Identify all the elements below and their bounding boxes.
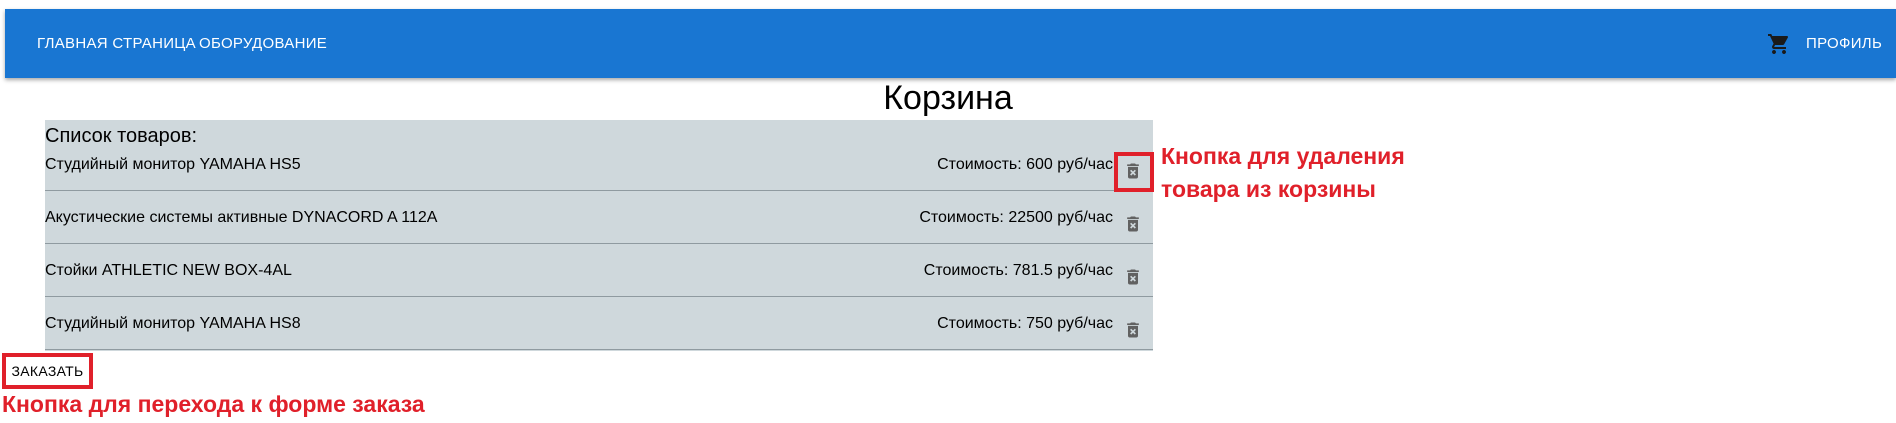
list-item: Акустические системы активные DYNACORD A… xyxy=(45,191,1153,244)
list-item: Стойки ATHLETIC NEW BOX-4AL Стоимость: 7… xyxy=(45,244,1153,297)
order-button[interactable]: ЗАКАЗАТЬ xyxy=(2,353,93,389)
delete-button-annotation: Кнопка для удаления товара из корзины xyxy=(1161,140,1405,206)
item-price: Стоимость: 750 руб/час xyxy=(937,315,1113,332)
item-name: Акустические системы активные DYNACORD A… xyxy=(45,209,438,226)
delete-forever-icon[interactable] xyxy=(1122,213,1144,235)
nav-equipment-link[interactable]: ОБОРУДОВАНИЕ xyxy=(199,9,327,78)
page-title: Корзина xyxy=(883,79,1013,117)
list-item: Студийный монитор YAMAHA HS5 Стоимость: … xyxy=(45,120,1153,191)
item-price: Стоимость: 22500 руб/час xyxy=(919,209,1113,226)
delete-annotation-line1: Кнопка для удаления xyxy=(1161,143,1405,169)
cart-list: Список товаров: Студийный монитор YAMAHA… xyxy=(45,120,1153,351)
item-name: Студийный монитор YAMAHA HS8 xyxy=(45,315,301,332)
item-name: Стойки ATHLETIC NEW BOX-4AL xyxy=(45,262,292,279)
delete-forever-icon[interactable] xyxy=(1122,266,1144,288)
nav-profile-link[interactable]: ПРОФИЛЬ xyxy=(1806,9,1882,78)
row-divider xyxy=(45,349,1153,350)
delete-forever-icon[interactable] xyxy=(1122,319,1144,341)
app-bar: ГЛАВНАЯ СТРАНИЦА ОБОРУДОВАНИЕ ПРОФИЛЬ xyxy=(5,9,1896,78)
shopping-cart-icon[interactable] xyxy=(1767,32,1791,56)
item-name: Студийный монитор YAMAHA HS5 xyxy=(45,156,301,173)
item-price: Стоимость: 781.5 руб/час xyxy=(923,262,1113,279)
delete-button-highlight xyxy=(1114,152,1154,192)
item-price: Стоимость: 600 руб/час xyxy=(937,156,1113,173)
order-button-annotation: Кнопка для перехода к форме заказа xyxy=(2,391,425,417)
list-item: Студийный монитор YAMAHA HS8 Стоимость: … xyxy=(45,297,1153,350)
delete-annotation-line2: товара из корзины xyxy=(1161,176,1376,202)
nav-home-link[interactable]: ГЛАВНАЯ СТРАНИЦА xyxy=(37,9,196,78)
